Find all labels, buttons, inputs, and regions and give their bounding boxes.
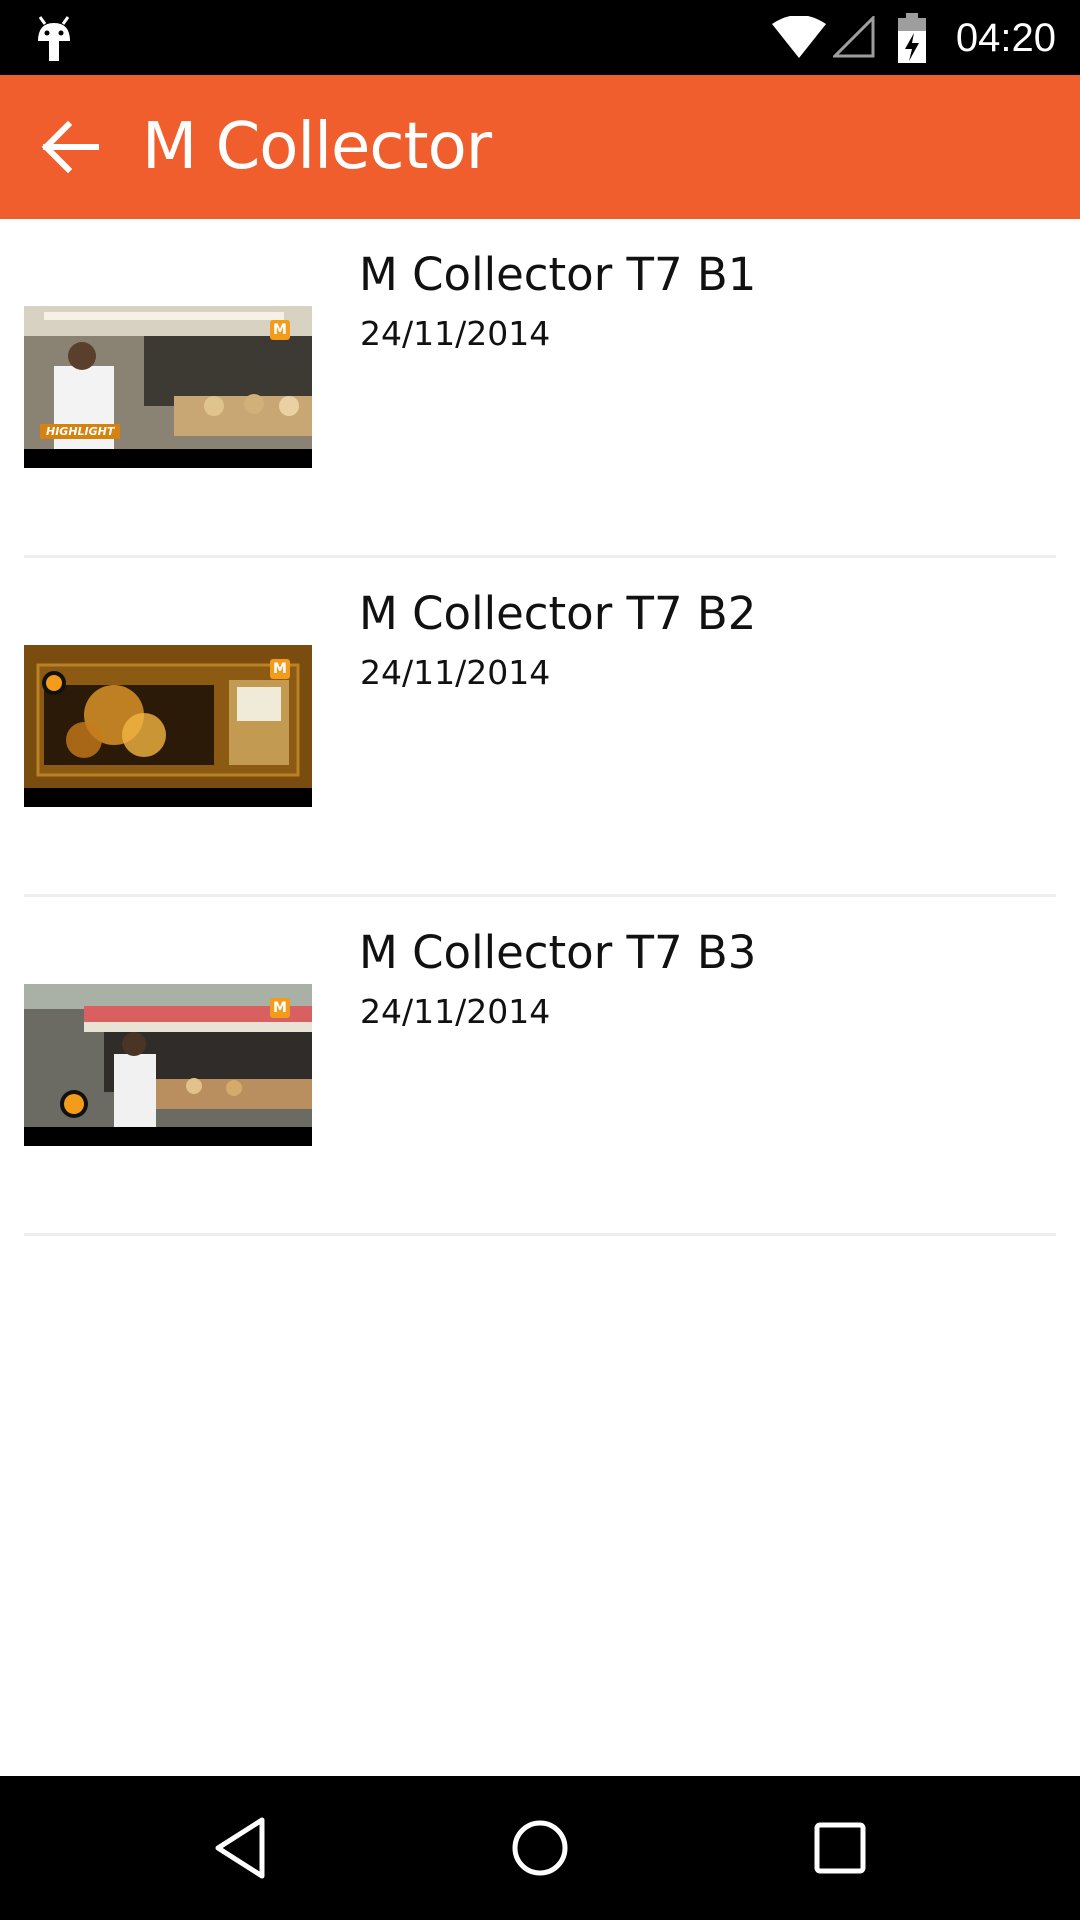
video-thumbnail: M <box>24 984 312 1146</box>
thumbnail-image <box>24 645 312 788</box>
video-thumbnail: M HIGHLIGHT <box>24 306 312 468</box>
signal-icon <box>833 16 875 58</box>
app-bar: M Collector <box>0 75 1080 219</box>
video-list: M HIGHLIGHT M Collector T7 B1 24/11/2014… <box>0 219 1080 1236</box>
highlight-tag: HIGHLIGHT <box>40 424 121 439</box>
android-debug-icon <box>38 16 70 61</box>
home-circle-icon[interactable] <box>504 1812 576 1884</box>
list-item[interactable]: M HIGHLIGHT M Collector T7 B1 24/11/2014 <box>24 219 1056 558</box>
status-clock: 04:20 <box>955 16 1056 60</box>
channel-logo: M <box>270 998 290 1018</box>
video-title: M Collector T7 B2 <box>359 587 757 640</box>
video-title: M Collector T7 B1 <box>359 248 757 301</box>
channel-logo: M <box>270 659 290 679</box>
page-title: M Collector <box>142 110 492 184</box>
video-date: 24/11/2014 <box>360 992 551 1031</box>
navigation-bar <box>0 1776 1080 1920</box>
wifi-icon <box>772 16 826 58</box>
battery-charging-icon <box>898 13 926 63</box>
list-item[interactable]: M M Collector T7 B2 24/11/2014 <box>24 558 1056 897</box>
video-date: 24/11/2014 <box>360 653 551 692</box>
back-triangle-icon[interactable] <box>204 1812 276 1884</box>
list-item[interactable]: M M Collector T7 B3 24/11/2014 <box>24 897 1056 1236</box>
channel-logo: M <box>270 320 290 340</box>
video-title: M Collector T7 B3 <box>359 926 757 979</box>
video-date: 24/11/2014 <box>360 314 551 353</box>
thumbnail-image <box>24 984 312 1127</box>
video-thumbnail: M <box>24 645 312 807</box>
recents-square-icon[interactable] <box>804 1812 876 1884</box>
arrow-back-icon[interactable] <box>36 115 106 179</box>
status-bar: 04:20 <box>0 0 1080 75</box>
